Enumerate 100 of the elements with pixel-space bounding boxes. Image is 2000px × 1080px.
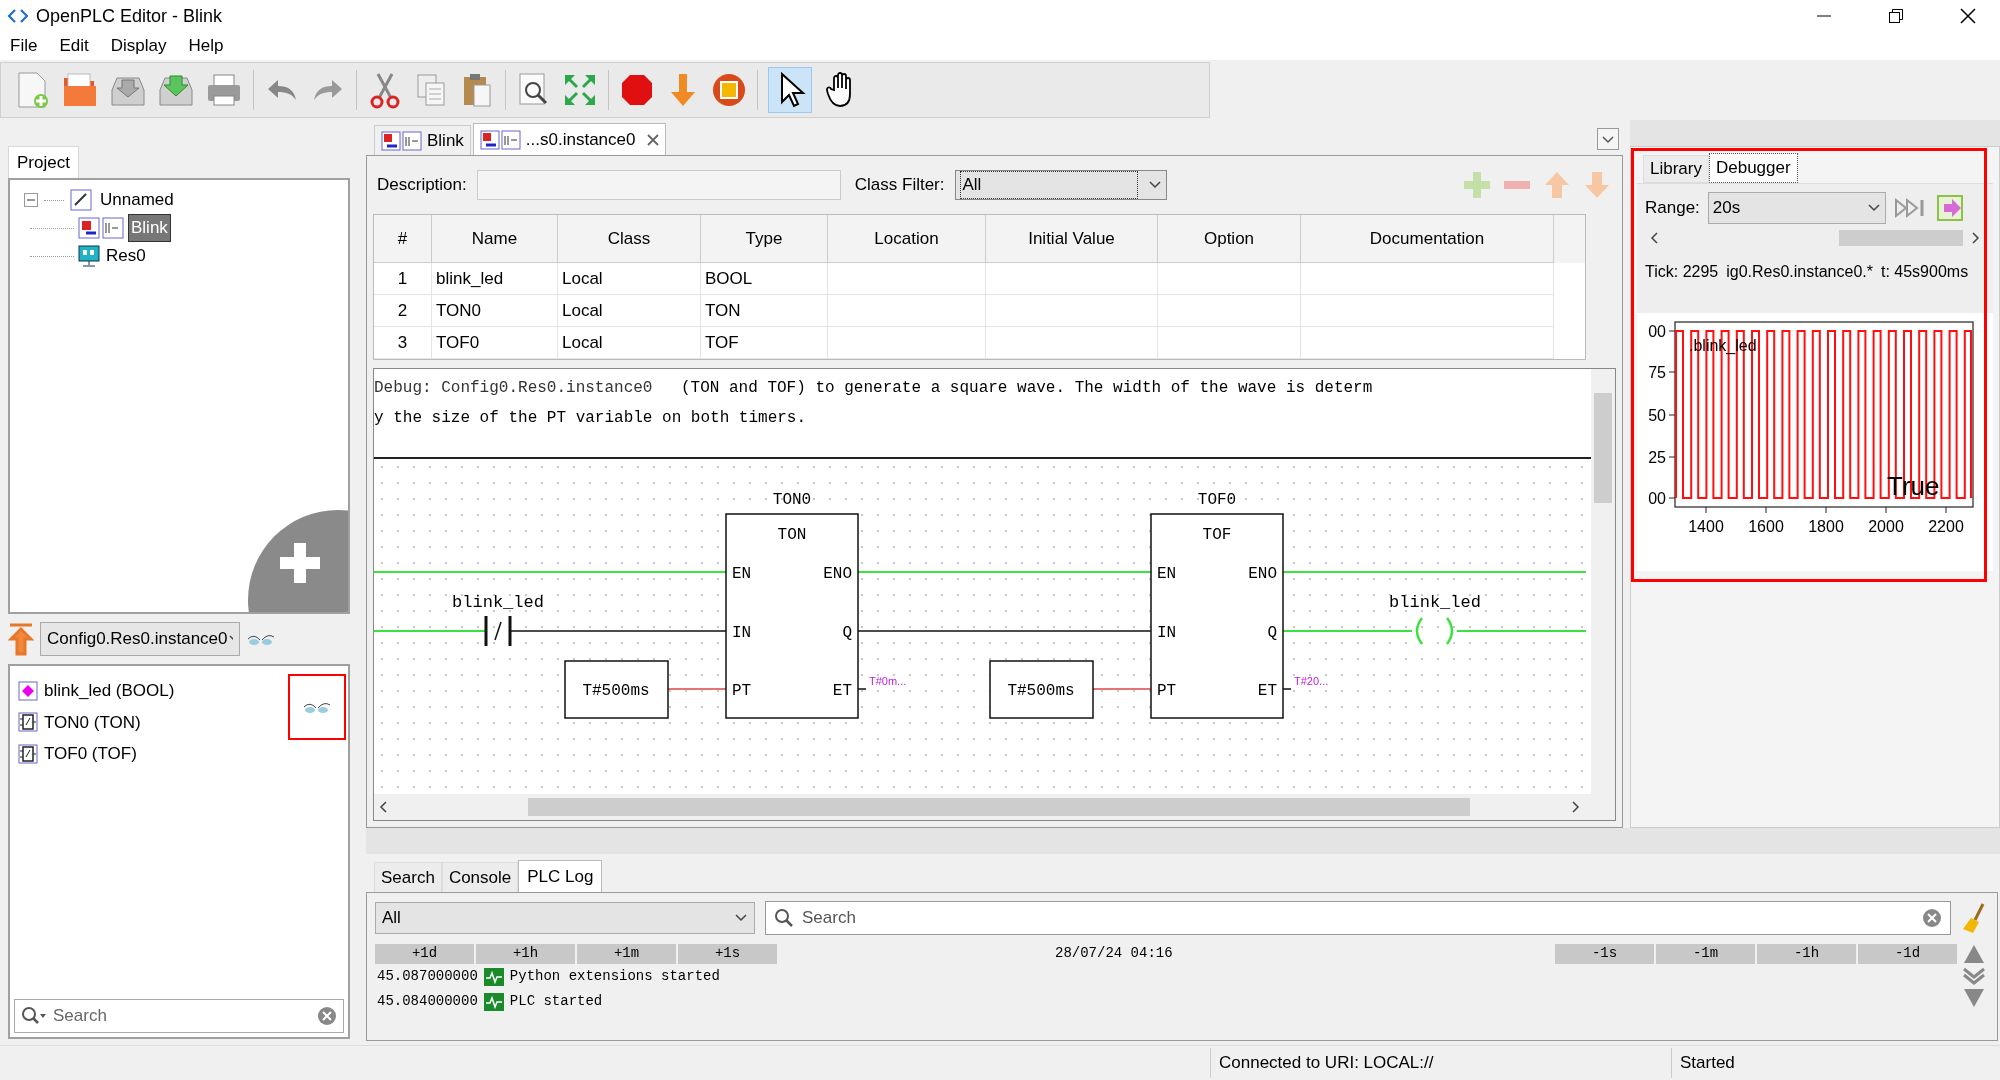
collapse-toggle[interactable] <box>24 193 38 207</box>
pin-label: ENO <box>1248 565 1277 583</box>
restore-icon[interactable] <box>1888 8 1904 24</box>
variable-item[interactable]: blink_led (BOOL) <box>44 678 175 704</box>
block-icon <box>18 743 38 764</box>
tree-item[interactable]: Blink <box>128 214 171 242</box>
pin-label: PT <box>732 682 752 700</box>
table-cell: BOOL <box>701 263 828 295</box>
time-reading: t: 45s900ms <box>1881 262 1969 282</box>
search-field[interactable]: Search <box>765 901 1951 935</box>
tick-count: Tick: 2295 <box>1645 262 1719 282</box>
table-cell: Local <box>558 295 701 327</box>
log-message: Python extensions started <box>509 967 720 986</box>
search-input[interactable]: Search <box>802 905 1914 931</box>
instance-dropdown[interactable]: Config0.Res0.instance0 <box>40 622 240 656</box>
time-step-button[interactable]: +1d <box>375 943 474 964</box>
editor-tab[interactable]: ...s0.instance0 <box>472 123 667 155</box>
column-header[interactable]: Name <box>432 215 558 263</box>
variable-item[interactable]: TON0 (TON) <box>44 709 141 735</box>
scrollbar[interactable] <box>374 794 1615 820</box>
time-step-button[interactable]: -1m <box>1656 943 1755 964</box>
axis-tick-label: 2000 <box>1868 518 1904 535</box>
pin-label: ET <box>832 682 852 700</box>
variable-item[interactable]: TOF0 (TOF) <box>44 741 137 767</box>
menu-item[interactable]: Edit <box>59 33 89 59</box>
search-icon <box>21 1006 47 1026</box>
class-filter-dropdown[interactable]: All <box>954 170 1167 200</box>
clear-icon[interactable] <box>1922 908 1942 928</box>
range-dropdown[interactable]: 20s <box>1707 192 1886 224</box>
column-header[interactable]: Class <box>558 215 701 263</box>
variable-path: ig0.Res0.instance0.* <box>1726 262 1873 282</box>
time-step-button[interactable]: -1s <box>1555 943 1654 964</box>
panel-tab[interactable]: Debugger <box>1708 153 1798 183</box>
axis-tick-label: 2200 <box>1928 518 1964 535</box>
pin-label: Q <box>842 624 852 642</box>
column-header[interactable]: Type <box>701 215 828 263</box>
pin-label: ENO <box>823 565 852 583</box>
editor-tab[interactable]: Blink <box>374 125 471 155</box>
panel-tab[interactable]: Search <box>374 862 442 892</box>
menu-item[interactable]: File <box>10 33 38 59</box>
search-field[interactable]: Search <box>14 999 344 1033</box>
coil <box>1415 616 1454 646</box>
menu-item[interactable]: Help <box>188 33 224 59</box>
table-cell: blink_led <box>432 263 558 295</box>
column-header[interactable]: # <box>374 215 432 263</box>
table-cell: TON0 <box>432 295 558 327</box>
variable-icon <box>18 680 38 701</box>
panel-tab[interactable]: Console <box>441 862 519 892</box>
time-step-button[interactable]: +1s <box>678 943 777 964</box>
panel-tab[interactable]: PLC Log <box>518 860 603 892</box>
time-step-button[interactable]: +1m <box>577 943 676 964</box>
time-step-button[interactable]: +1h <box>476 943 575 964</box>
table-cell: TOF <box>701 327 828 359</box>
tree-item[interactable]: Unnamed <box>98 187 176 213</box>
up-icon[interactable] <box>1962 943 1986 965</box>
column-header[interactable]: Initial Value <box>986 215 1158 263</box>
program-icon <box>479 129 522 150</box>
column-header[interactable]: Location <box>828 215 986 263</box>
description-field[interactable] <box>476 170 841 200</box>
chevron-icon <box>1866 203 1881 213</box>
up-arrow-icon[interactable] <box>8 622 34 656</box>
pointer-tool[interactable] <box>768 67 812 113</box>
panel-tab[interactable]: Library <box>1643 155 1709 183</box>
time-step-button[interactable]: -1h <box>1757 943 1856 964</box>
chevron-icon <box>1147 180 1162 190</box>
debug-label: Debug: Config0.Res0.instance0 <box>374 378 654 399</box>
pin-label: ET <box>1257 682 1277 700</box>
coil-label: blink_led <box>1389 593 1481 612</box>
column-header[interactable]: Documentation <box>1301 215 1554 263</box>
close-icon[interactable] <box>1960 8 1976 24</box>
table-cell: 3 <box>374 327 432 359</box>
export-icon[interactable] <box>1935 194 1964 222</box>
down-icon[interactable] <box>1962 987 1986 1009</box>
project-tab[interactable]: Project <box>8 146 79 178</box>
scroll-thumb[interactable] <box>1594 393 1612 503</box>
scroll-thumb[interactable] <box>528 798 1470 816</box>
chevron-icon <box>734 913 748 923</box>
search-input[interactable]: Search <box>53 1003 311 1029</box>
connection-status: Connected to URI: LOCAL:// <box>1218 1052 1435 1075</box>
scroll-thumb[interactable] <box>1839 230 1963 246</box>
time-step-button[interactable]: -1d <box>1858 943 1957 964</box>
filter-dropdown[interactable]: All <box>375 902 755 934</box>
double-down-icon[interactable] <box>1962 967 1986 985</box>
column-header[interactable]: Option <box>1158 215 1301 263</box>
axis-tick-label: 50 <box>1648 407 1666 424</box>
wire <box>1282 688 1292 690</box>
output-value: T#20... <box>1294 675 1329 687</box>
axis-tick-label: 75 <box>1648 364 1666 381</box>
table-cell: TON <box>701 295 828 327</box>
pin-label: PT <box>1157 682 1177 700</box>
clear-icon[interactable] <box>317 1006 337 1026</box>
pin-label: EN <box>732 565 752 583</box>
axis-tick-label: 1400 <box>1688 518 1724 535</box>
dropdown-icon[interactable] <box>1597 128 1619 150</box>
wire <box>857 688 867 690</box>
log-time: 45.084000000 <box>377 992 478 1011</box>
tree-item[interactable]: Res0 <box>104 243 148 269</box>
pulse-icon <box>483 967 504 986</box>
menu-item[interactable]: Display <box>110 33 167 59</box>
scrollbar[interactable] <box>1591 369 1615 794</box>
